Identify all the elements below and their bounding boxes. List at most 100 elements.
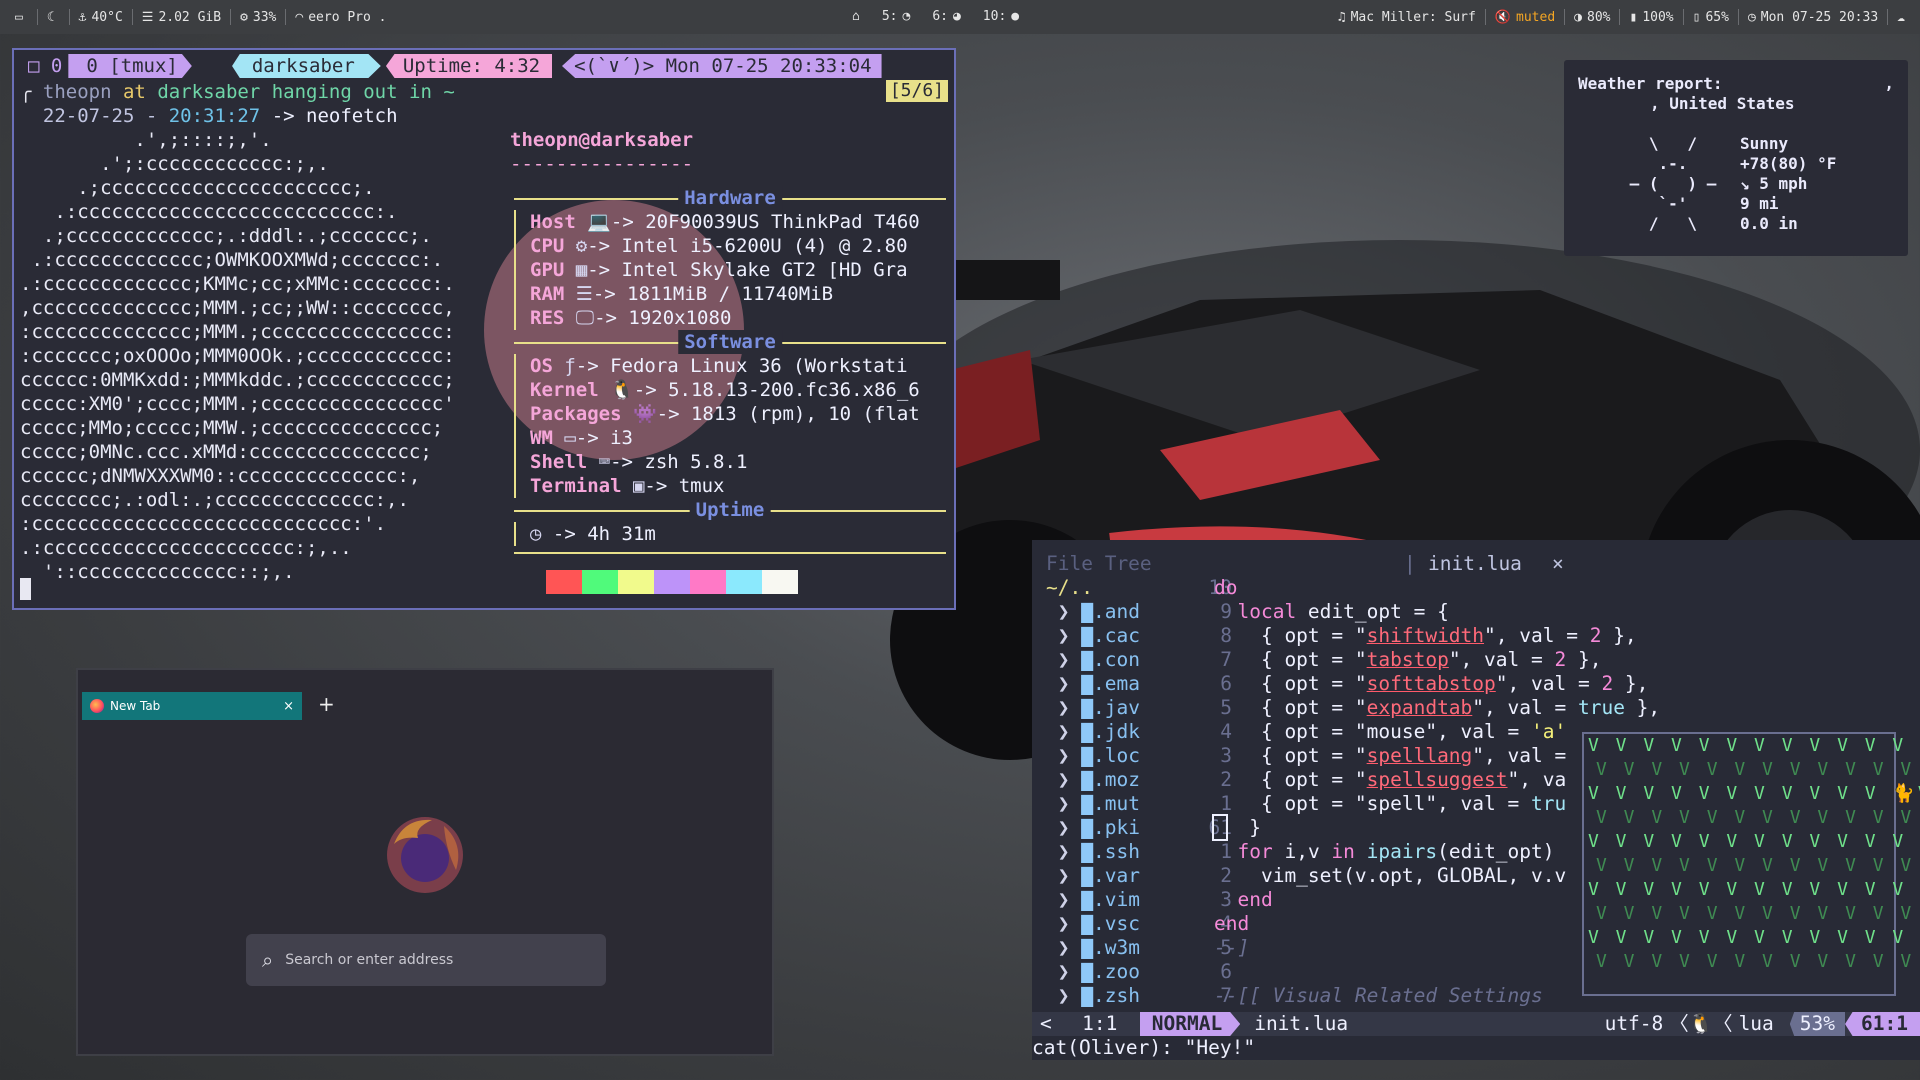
tb-datetime[interactable]: ◷ Mon 07-25 20:33: [1739, 9, 1889, 25]
info-value: -> 5.18.13-200.fc36.x86_6: [633, 379, 920, 401]
tmux-terminal-window[interactable]: □ 0 0 [tmux] darksaber Uptime: 4:32 <(`∨…: [12, 48, 956, 610]
folder-icon: ▇: [1081, 816, 1093, 839]
tb-cloud[interactable]: ☁: [1888, 9, 1914, 25]
tree-folder-name: .moz: [1092, 768, 1140, 791]
tmux-uptime: Uptime: 4:32: [385, 54, 553, 78]
firefox-window[interactable]: New Tab × + ⌕ Search or enter address: [76, 668, 774, 1056]
tree-folder-item[interactable]: ❯ ▇.cac: [1046, 624, 1140, 648]
tb-volume[interactable]: 🔇 muted: [1486, 9, 1566, 25]
folder-icon: ▇: [1081, 840, 1093, 863]
workspace-5[interactable]: 5: ◔: [882, 9, 910, 24]
tree-folder-item[interactable]: ❯ ▇.vim: [1046, 888, 1140, 912]
weather-title: Weather report:: [1578, 74, 1723, 93]
tree-folder-name: .pki: [1092, 816, 1140, 839]
chevron-right-icon: ❯: [1046, 720, 1082, 743]
info-row-res: RES 🖵-> 1920x1080: [514, 306, 946, 330]
tree-folder-item[interactable]: ❯ ▇.ssh: [1046, 840, 1140, 864]
code-token: edit_opt = {: [1296, 600, 1449, 623]
tb-music[interactable]: ♫ Mac Miller: Surf: [1329, 9, 1486, 25]
terminal-color-palette: [510, 570, 798, 594]
workspace-home[interactable]: ⌂: [852, 9, 860, 24]
weather-visibility: 9 mi: [1740, 194, 1779, 213]
info-row-kernel: Kernel 🐧-> 5.18.13-200.fc36.x86_6: [514, 378, 946, 402]
tree-folder-item[interactable]: ❯ ▇.moz: [1046, 768, 1140, 792]
info-key: Host: [530, 211, 576, 233]
tmux-window-tab[interactable]: 0 [tmux]: [68, 54, 192, 78]
chevron-right-icon: ❯: [1046, 840, 1082, 863]
tree-folder-item[interactable]: ❯ ▇.con: [1046, 648, 1140, 672]
tree-root[interactable]: ~/..: [1046, 576, 1140, 600]
tree-folder-item[interactable]: ❯ ▇.zsh: [1046, 984, 1140, 1008]
tree-folder-item[interactable]: ❯ ▇.ema: [1046, 672, 1140, 696]
weather-wind: ↘ 5 mph: [1740, 174, 1808, 193]
info-value: -> i3: [575, 427, 633, 449]
neofetch-user-host: theopn@darksaber: [510, 129, 694, 151]
tree-folder-item[interactable]: ❯ ▇.jdk: [1046, 720, 1140, 744]
tree-folder-name: .jdk: [1092, 720, 1140, 743]
tree-folder-item[interactable]: ❯ ▇.var: [1046, 864, 1140, 888]
display-icon: 🖵: [575, 307, 595, 329]
tree-folder-item[interactable]: ❯ ▇.jav: [1046, 696, 1140, 720]
buffer-tab-init-lua[interactable]: init.lua: [1428, 552, 1522, 576]
close-tab-icon[interactable]: ×: [283, 699, 294, 714]
music-note-icon: ♫: [1337, 9, 1346, 25]
tree-folder-name: .loc: [1092, 744, 1140, 767]
address-search-bar[interactable]: ⌕ Search or enter address: [246, 934, 606, 986]
tree-folder-item[interactable]: ❯ ▇.w3m: [1046, 936, 1140, 960]
weather-temperature: +78(80) °F: [1740, 154, 1837, 173]
code-token: --[[ Visual Related Settings: [1214, 984, 1543, 1007]
home-icon: ⌂: [852, 9, 860, 24]
battery-icon: ▯: [1692, 9, 1701, 25]
folder-icon: ▇: [1081, 960, 1093, 983]
tree-folder-item[interactable]: ❯ ▇.zoo: [1046, 960, 1140, 984]
cloud-icon: ☁: [1897, 9, 1905, 25]
chevron-right-icon: ❯: [1046, 672, 1082, 695]
folder-icon: ▇: [1081, 624, 1093, 647]
workspace-10[interactable]: 10: ●: [983, 9, 1019, 24]
tree-folder-item[interactable]: ❯ ▇.mut: [1046, 792, 1140, 816]
tree-folder-item[interactable]: ❯ ▇.loc: [1046, 744, 1140, 768]
chevron-right-icon: ❯: [1046, 648, 1082, 671]
fedora-icon: ƒ: [564, 355, 576, 377]
folder-icon: ▇: [1081, 672, 1093, 695]
browser-tab-new-tab[interactable]: New Tab ×: [82, 692, 302, 720]
code-token: },: [1601, 624, 1637, 647]
wifi-icon: ◠: [295, 9, 304, 25]
terminal-output: ╭ theopn at darksaber hanging out in ~ 2…: [20, 80, 950, 128]
neovim-window[interactable]: File Tree | init.lua × ~/.. ❯ ▇.and ❯ ▇.…: [1032, 540, 1920, 1060]
nvim-statusline: < 1:1 NORMAL init.lua utf-8 〈🐧〈 lua 53% …: [1032, 1012, 1920, 1036]
chevron-right-icon: ❯: [1046, 816, 1082, 839]
info-row-host: Host 💻-> 20F90039US ThinkPad T460: [514, 210, 946, 234]
prompt-line: ╭ theopn at darksaber hanging out in ~: [20, 81, 455, 103]
new-tab-button[interactable]: +: [318, 692, 335, 716]
status-position-right: 61:1: [1845, 1012, 1920, 1036]
terminal-cursor: [20, 578, 31, 600]
info-value: -> zsh 5.8.1: [610, 451, 748, 473]
info-key: OS: [530, 355, 553, 377]
tree-folder-item[interactable]: ❯ ▇.pki: [1046, 816, 1140, 840]
tb-cpu: ⚙ 33%: [231, 9, 287, 25]
tb-night-mode[interactable]: ☾: [38, 9, 70, 25]
tb-wifi[interactable]: ◠ eero Pro .: [286, 9, 395, 25]
hardware-list: Host 💻-> 20F90039US ThinkPad T460 CPU ⚙->…: [514, 210, 946, 330]
bufferline-separator: |: [1404, 552, 1416, 575]
tree-folder-item[interactable]: ❯ ▇.and: [1046, 600, 1140, 624]
tree-folder-name: .vsc: [1092, 912, 1140, 935]
code-token: for: [1237, 840, 1273, 863]
code-token: softtabstop: [1366, 672, 1496, 695]
close-buffer-icon[interactable]: ×: [1552, 552, 1564, 576]
info-row-terminal: Terminal ▣-> tmux: [514, 474, 946, 498]
tb-brightness[interactable]: ◑ 80%: [1565, 9, 1621, 25]
tmux-hostname: darksaber: [232, 54, 381, 78]
info-key: WM: [530, 427, 553, 449]
tree-folder-item[interactable]: ❯ ▇.vsc: [1046, 912, 1140, 936]
info-row-wm: WM ▭-> i3: [514, 426, 946, 450]
weather-details: Sunny +78(80) °F ↘ 5 mph 9 mi 0.0 in: [1740, 134, 1836, 234]
search-placeholder: Search or enter address: [285, 952, 454, 968]
folder-icon: ▇: [1081, 984, 1093, 1007]
tmux-datetime: <(`∨´)> Mon 07-25 20:33:04: [561, 54, 882, 78]
tb-monitor[interactable]: ▭: [6, 9, 38, 25]
workspace-6[interactable]: 6: ◕: [932, 9, 960, 24]
